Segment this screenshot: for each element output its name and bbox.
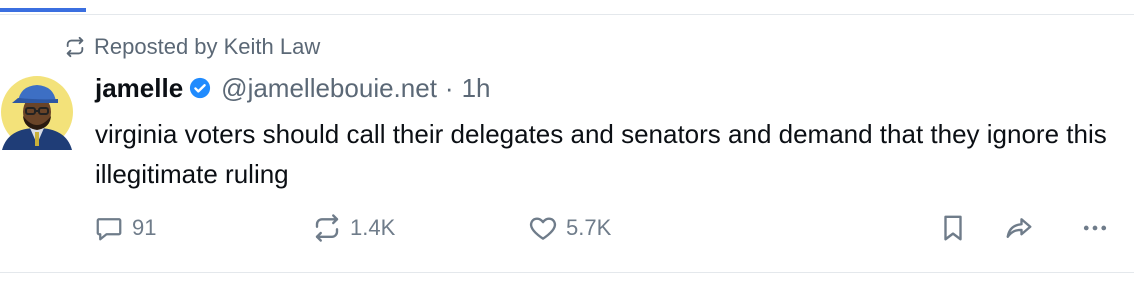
bookmark-icon (938, 213, 968, 243)
top-divider (0, 14, 1134, 15)
reply-icon (94, 213, 124, 243)
reposted-by-label: Reposted by Keith Law (94, 34, 321, 59)
repost-icon (64, 36, 86, 58)
share-icon (1004, 213, 1034, 243)
bookmark-button[interactable] (938, 210, 968, 246)
avatar[interactable] (0, 70, 74, 154)
heart-icon (528, 213, 558, 243)
more-icon (1080, 213, 1110, 243)
bottom-divider (0, 272, 1134, 273)
reply-button[interactable]: 91 (94, 210, 156, 246)
reply-count: 91 (132, 215, 157, 240)
active-tab-indicator (0, 8, 86, 12)
repost-button[interactable]: 1.4K (312, 210, 395, 246)
repost-icon (312, 213, 342, 243)
post-text: virginia voters should call their delega… (95, 119, 1107, 189)
more-options-button[interactable] (1080, 210, 1110, 246)
repost-count: 1.4K (350, 215, 396, 240)
like-count: 5.7K (566, 215, 612, 240)
post-author-line: jamelle @jamellebouie.net · 1h (95, 70, 491, 106)
verified-badge-icon (189, 77, 211, 99)
separator-dot: · (444, 72, 454, 103)
share-button[interactable] (1004, 210, 1034, 246)
like-button[interactable]: 5.7K (528, 210, 611, 246)
author-handle[interactable]: @jamellebouie.net (221, 73, 437, 104)
author-name[interactable]: jamelle (95, 73, 183, 104)
post-timestamp[interactable]: 1h (462, 73, 491, 104)
reposted-by-line[interactable]: Reposted by Keith Law (64, 33, 320, 61)
post-actions-bar: 91 1.4K 5.7K (0, 210, 1134, 246)
